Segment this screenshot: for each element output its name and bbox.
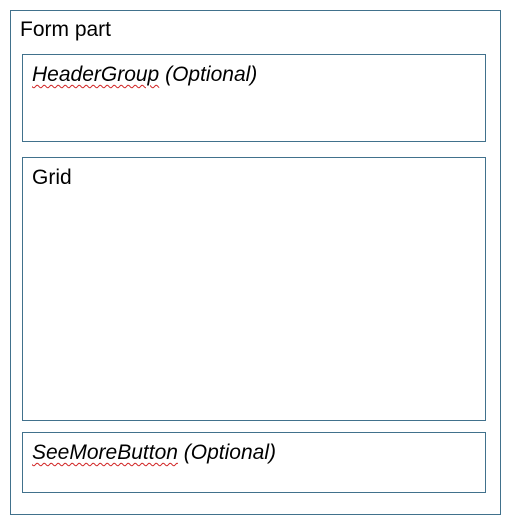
see-more-name: SeeMoreButton [32,441,178,464]
header-group-qualifier: (Optional) [159,63,258,86]
see-more-button-box: SeeMoreButton (Optional) [22,432,486,493]
header-group-name: HeaderGroup [32,63,160,86]
form-part-title: Form part [20,18,112,41]
grid-box: Grid [22,157,486,421]
see-more-label: SeeMoreButton (Optional) [32,439,276,467]
see-more-qualifier: (Optional) [177,441,276,464]
header-group-label: HeaderGroup (Optional) [32,61,257,89]
grid-label: Grid [32,166,72,189]
header-group-box: HeaderGroup (Optional) [22,54,486,142]
